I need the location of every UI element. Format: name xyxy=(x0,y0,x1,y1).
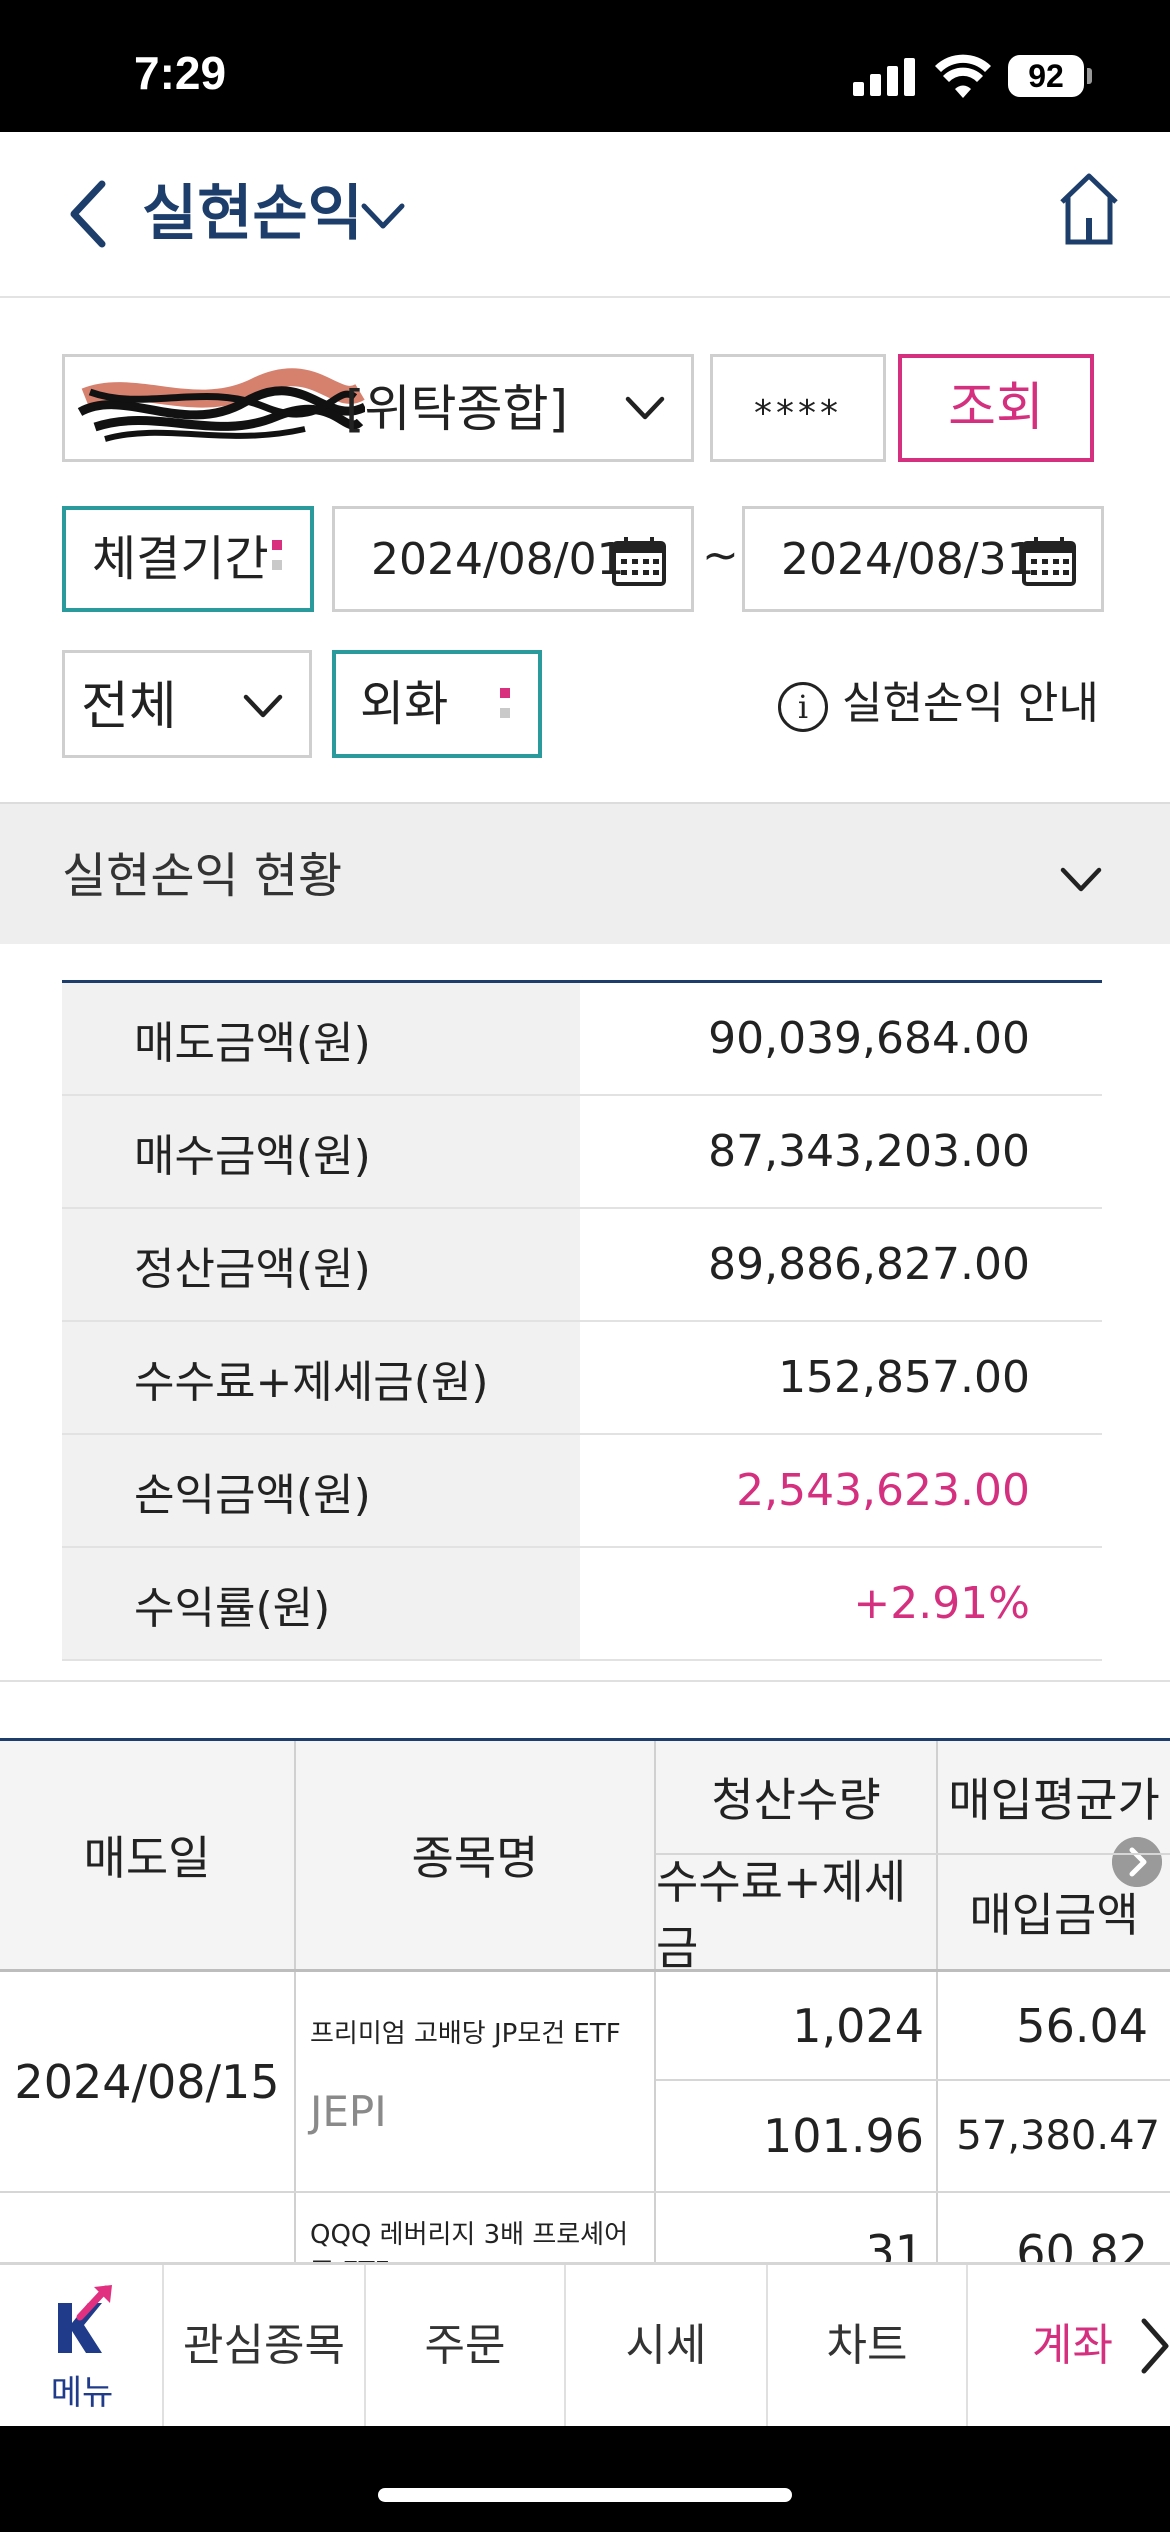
start-date-value: 2024/08/01 xyxy=(371,534,625,585)
home-indicator-area xyxy=(0,2426,1170,2532)
nav-menu-button[interactable]: 메뉴 xyxy=(0,2265,164,2426)
stock-name-cell[interactable]: QQQ 레버리지 3배 프로셰어즈 ETF xyxy=(310,2220,650,2262)
summary-label: 정산금액(원) xyxy=(62,1209,580,1320)
wifi-icon xyxy=(935,54,991,98)
fees-cell: 101.96 xyxy=(763,2109,924,2163)
sell-date-cell: 2024/08/15 xyxy=(14,2054,280,2109)
summary-section-header[interactable]: 실현손익 현황 xyxy=(0,802,1170,944)
chevron-right-icon[interactable] xyxy=(1138,2317,1170,2375)
section-title: 실현손익 현황 xyxy=(62,848,343,904)
currency-label: 외화 xyxy=(360,676,449,732)
battery-icon: 92 xyxy=(1008,55,1084,97)
account-select[interactable]: [위탁종합] xyxy=(62,354,694,462)
trade-table: 매도일 종목명 청산수량 매입평균가 수수료+제세금 매입금액 2024/08/… xyxy=(0,1738,1170,2262)
calendar-icon[interactable] xyxy=(1021,535,1077,587)
battery-tip xyxy=(1087,68,1092,84)
summary-table: 매도금액(원) 90,039,684.00 매수금액(원) 87,343,203… xyxy=(62,980,1102,1661)
summary-label: 매도금액(원) xyxy=(62,983,580,1094)
summary-value: 89,886,827.00 xyxy=(708,1239,1030,1290)
status-bar: 7:29 92 xyxy=(0,0,1170,132)
summary-row-profit: 손익금액(원) 2,543,623.00 xyxy=(62,1435,1102,1548)
chevron-down-icon[interactable] xyxy=(1060,866,1102,894)
redacted-account-number xyxy=(77,368,365,442)
status-time: 7:29 xyxy=(134,47,227,99)
header-sell-date: 매도일 xyxy=(0,1741,294,1969)
summary-value: 2,543,623.00 xyxy=(736,1465,1030,1516)
divider xyxy=(0,1680,1170,1682)
calendar-icon[interactable] xyxy=(611,535,667,587)
stock-name-cell[interactable]: 프리미엄 고배당 JP모건 ETF xyxy=(310,2001,650,2061)
start-date-field[interactable]: 2024/08/01 xyxy=(332,506,694,612)
nav-menu-label: 메뉴 xyxy=(50,2373,114,2413)
chevron-down-icon xyxy=(243,694,283,718)
currency-button[interactable]: 외화 xyxy=(332,650,542,758)
info-link-label: 실현손익 안내 xyxy=(842,678,1099,729)
summary-value: 87,343,203.00 xyxy=(708,1126,1030,1177)
summary-value: 90,039,684.00 xyxy=(708,1013,1030,1064)
grid-line xyxy=(656,1853,1170,1855)
home-icon[interactable] xyxy=(1058,172,1120,246)
chevron-down-icon xyxy=(625,396,665,420)
back-icon[interactable] xyxy=(64,176,114,252)
buy-amount-cell: 57,380.47 xyxy=(956,2113,1160,2159)
summary-label: 손익금액(원) xyxy=(62,1435,580,1546)
summary-label: 수수료+제세금(원) xyxy=(62,1322,580,1433)
search-button[interactable]: 조회 xyxy=(898,354,1094,462)
password-mask: **** xyxy=(754,393,842,434)
bottom-nav: 메뉴 관심종목 주문 시세 차트 계좌 xyxy=(0,2262,1170,2426)
app-header: 실현손익 xyxy=(0,132,1170,298)
avg-price-cell: 60.82 xyxy=(1016,2225,1148,2262)
gray-marker xyxy=(272,560,282,570)
grid-line xyxy=(294,1741,296,2262)
summary-value: +2.91% xyxy=(853,1578,1030,1629)
cellular-signal-icon xyxy=(853,58,915,96)
home-indicator[interactable] xyxy=(378,2488,792,2502)
type-select[interactable]: 전체 xyxy=(62,650,312,758)
summary-row-sell: 매도금액(원) 90,039,684.00 xyxy=(62,983,1102,1096)
date-separator: ~ xyxy=(702,530,739,581)
gray-marker xyxy=(500,708,510,718)
page-title[interactable]: 실현손익 xyxy=(142,176,363,252)
period-button[interactable]: 체결기간 xyxy=(62,506,314,612)
period-label: 체결기간 xyxy=(92,531,269,587)
info-link[interactable]: i 실현손익 안내 xyxy=(778,674,1099,734)
summary-row-return: 수익률(원) +2.91% xyxy=(62,1548,1102,1661)
nav-item-watchlist[interactable]: 관심종목 xyxy=(164,2265,366,2426)
account-type-label: [위탁종합] xyxy=(345,380,569,438)
pink-marker xyxy=(500,688,510,698)
nav-item-chart[interactable]: 차트 xyxy=(768,2265,968,2426)
grid-line xyxy=(0,2191,1170,2193)
ticker-cell[interactable]: JEPI xyxy=(310,2076,650,2146)
nav-item-quote[interactable]: 시세 xyxy=(566,2265,768,2426)
summary-label: 매수금액(원) xyxy=(62,1096,580,1207)
summary-row-buy: 매수금액(원) 87,343,203.00 xyxy=(62,1096,1102,1209)
scroll-right-icon[interactable] xyxy=(1112,1837,1162,1887)
pink-marker xyxy=(272,540,282,550)
avg-price-cell: 56.04 xyxy=(1016,1998,1148,2053)
end-date-value: 2024/08/31 xyxy=(781,534,1035,585)
summary-row-settle: 정산금액(원) 89,886,827.00 xyxy=(62,1209,1102,1322)
summary-label: 수익률(원) xyxy=(62,1548,580,1659)
type-select-value: 전체 xyxy=(81,677,177,737)
password-input[interactable]: **** xyxy=(710,354,886,462)
chevron-down-icon[interactable] xyxy=(360,200,406,232)
info-icon: i xyxy=(778,682,828,732)
settle-qty-cell: 1,024 xyxy=(792,1998,924,2053)
end-date-field[interactable]: 2024/08/31 xyxy=(742,506,1104,612)
header-settle-qty: 청산수량 xyxy=(656,1741,936,1853)
nav-item-order[interactable]: 주문 xyxy=(366,2265,566,2426)
summary-value: 152,857.00 xyxy=(778,1352,1030,1403)
header-name: 종목명 xyxy=(296,1741,654,1969)
settle-qty-cell: 31 xyxy=(865,2225,924,2262)
summary-row-fees: 수수료+제세금(원) 152,857.00 xyxy=(62,1322,1102,1435)
header-fees: 수수료+제세금 xyxy=(656,1855,936,1975)
k-logo-icon xyxy=(58,2285,112,2353)
